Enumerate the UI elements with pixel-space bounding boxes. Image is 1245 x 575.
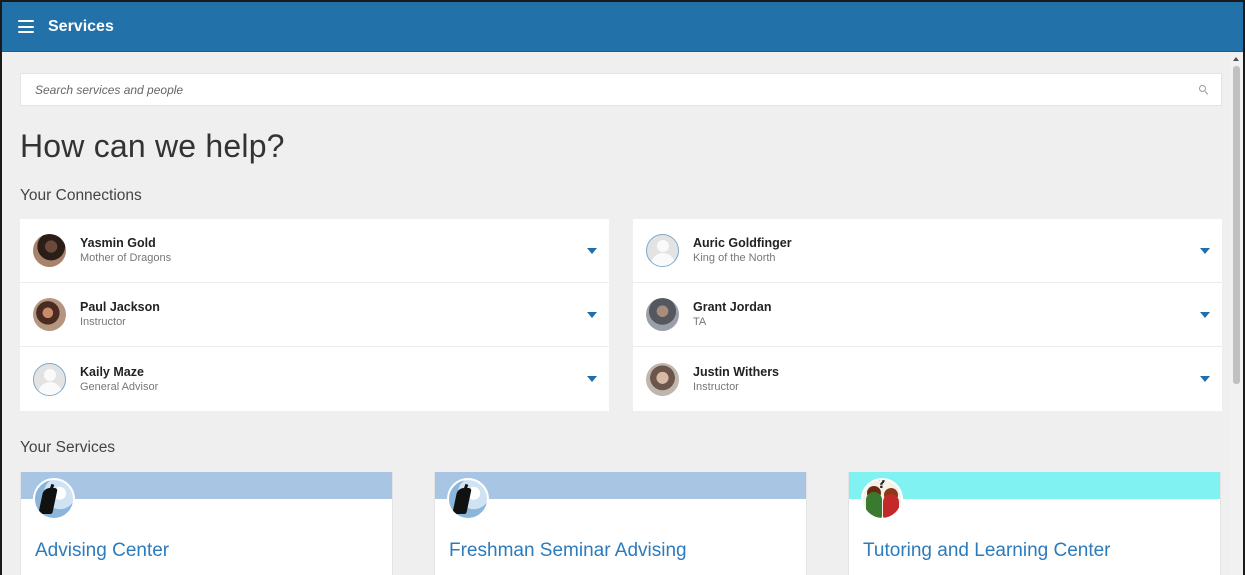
connections-column-left: Yasmin Gold Mother of Dragons Paul Jacks…: [20, 219, 609, 411]
rock-climber-icon: [33, 478, 75, 520]
connection-name: Grant Jordan: [693, 300, 772, 314]
connection-role: TA: [693, 316, 707, 328]
service-card[interactable]: Freshman Seminar Advising: [434, 472, 807, 575]
students-question-icon: ?: [861, 478, 903, 520]
app-window: Services How can we help? Your Connectio…: [0, 0, 1245, 575]
service-banner: [435, 472, 806, 499]
connections-grid: Yasmin Gold Mother of Dragons Paul Jacks…: [20, 219, 1222, 411]
connection-role: Instructor: [80, 316, 126, 328]
avatar: [33, 298, 66, 331]
search-icon[interactable]: [1199, 84, 1209, 95]
avatar: [646, 298, 679, 331]
top-bar: Services: [2, 2, 1243, 52]
service-card[interactable]: Advising Center: [20, 472, 393, 575]
connections-heading: Your Connections: [20, 187, 142, 204]
chevron-down-icon[interactable]: [1200, 247, 1210, 254]
scroll-up-arrow-icon[interactable]: [1233, 57, 1239, 61]
chevron-down-icon[interactable]: [587, 311, 597, 318]
hamburger-menu-icon[interactable]: [18, 20, 34, 33]
app-title: Services: [48, 17, 114, 35]
connection-role: General Advisor: [80, 380, 159, 393]
search-input[interactable]: [35, 82, 1199, 97]
main-content: How can we help? Your Connections Yasmin…: [20, 73, 1222, 575]
service-title[interactable]: Tutoring and Learning Center: [863, 540, 1111, 562]
avatar: [646, 362, 679, 396]
search-bar[interactable]: [20, 73, 1222, 106]
service-banner: [21, 472, 392, 499]
page-title: How can we help?: [20, 128, 285, 164]
connection-role: Mother of Dragons: [80, 252, 172, 264]
service-title[interactable]: Advising Center: [35, 540, 169, 562]
chevron-down-icon[interactable]: [587, 376, 597, 382]
connection-name: Justin Withers: [693, 364, 780, 379]
chevron-down-icon[interactable]: [587, 247, 597, 254]
connection-item[interactable]: Paul Jackson Instructor: [20, 283, 609, 347]
chevron-down-icon[interactable]: [1200, 376, 1210, 382]
avatar: [33, 234, 66, 267]
connection-item[interactable]: Auric Goldfinger King of the North: [633, 219, 1222, 283]
connection-item[interactable]: Justin Withers Instructor: [633, 347, 1222, 411]
connection-role: King of the North: [693, 252, 776, 264]
connection-item[interactable]: Grant Jordan TA: [633, 283, 1222, 347]
connection-role: Instructor: [693, 380, 739, 393]
service-title[interactable]: Freshman Seminar Advising: [449, 540, 687, 562]
connection-item[interactable]: Yasmin Gold Mother of Dragons: [20, 219, 609, 283]
connection-name: Yasmin Gold: [80, 236, 156, 250]
avatar-placeholder-icon: [646, 234, 679, 267]
vertical-scrollbar[interactable]: [1230, 54, 1243, 575]
chevron-down-icon[interactable]: [1200, 311, 1210, 318]
connection-item[interactable]: Kaily Maze General Advisor: [20, 347, 609, 411]
scrollbar-thumb[interactable]: [1233, 66, 1240, 384]
service-card[interactable]: ? Tutoring and Learning Center: [848, 472, 1221, 575]
rock-climber-icon: [447, 478, 489, 520]
service-banner: [849, 472, 1220, 499]
services-heading: Your Services: [20, 439, 116, 456]
connection-name: Kaily Maze: [80, 364, 144, 379]
avatar-placeholder-icon: [33, 362, 66, 396]
connections-column-right: Auric Goldfinger King of the North Grant…: [633, 219, 1222, 411]
connection-name: Auric Goldfinger: [693, 236, 792, 250]
services-grid: Advising Center Freshman Seminar Advisin…: [20, 472, 1222, 575]
connection-name: Paul Jackson: [80, 300, 160, 314]
